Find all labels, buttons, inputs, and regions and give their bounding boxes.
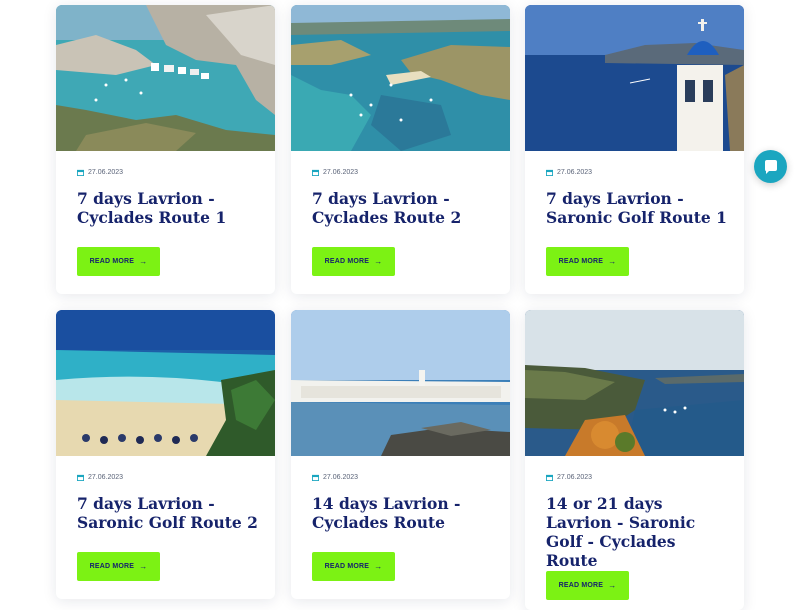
post-card: 27.06.2023 7 days Lavrion - Cyclades Rou… [56,5,275,294]
post-title[interactable]: 7 days Lavrion - Saronic Golf Route 2 [77,494,262,532]
post-date-text: 27.06.2023 [88,169,124,176]
arrow-right-icon: → [608,581,617,590]
arrow-right-icon: → [374,562,383,571]
read-more-label: READ MORE [324,258,370,265]
chat-button[interactable] [754,150,787,183]
arrow-right-icon: → [374,257,383,266]
read-more-button[interactable]: READ MORE → [546,571,629,600]
post-grid: 27.06.2023 7 days Lavrion - Cyclades Rou… [0,0,800,610]
arrow-right-icon: → [139,257,148,266]
calendar-icon [77,169,84,176]
read-more-button[interactable]: READ MORE → [77,552,160,581]
post-date: 27.06.2023 [546,474,592,481]
post-card: 27.06.2023 14 days Lavrion - Cyclades Ro… [291,310,510,599]
post-date-text: 27.06.2023 [88,474,124,481]
post-title[interactable]: 7 days Lavrion - Saronic Golf Route 1 [546,189,731,227]
read-more-label: READ MORE [89,563,135,570]
read-more-label: READ MORE [558,582,604,589]
chat-bubble-icon [764,159,777,174]
read-more-label: READ MORE [324,563,370,570]
read-more-label: READ MORE [558,258,604,265]
post-card: 27.06.2023 14 or 21 days Lavrion - Saron… [525,310,744,610]
post-date-text: 27.06.2023 [323,474,359,481]
calendar-icon [312,474,319,481]
post-date: 27.06.2023 [312,169,358,176]
read-more-button[interactable]: READ MORE → [312,552,395,581]
post-image[interactable] [56,310,275,456]
post-date-text: 27.06.2023 [323,169,359,176]
read-more-button[interactable]: READ MORE → [546,247,629,276]
calendar-icon [546,474,553,481]
post-image[interactable] [525,5,744,151]
post-image[interactable] [525,310,744,456]
post-date: 27.06.2023 [77,169,123,176]
calendar-icon [312,169,319,176]
post-card: 27.06.2023 7 days Lavrion - Saronic Golf… [56,310,275,599]
post-title[interactable]: 7 days Lavrion - Cyclades Route 2 [312,189,497,227]
post-title[interactable]: 14 or 21 days Lavrion - Saronic Golf - C… [546,494,731,570]
post-date: 27.06.2023 [77,474,123,481]
post-title[interactable]: 7 days Lavrion - Cyclades Route 1 [77,189,262,227]
read-more-button[interactable]: READ MORE → [312,247,395,276]
post-date: 27.06.2023 [546,169,592,176]
post-date-text: 27.06.2023 [557,474,593,481]
read-more-button[interactable]: READ MORE → [77,247,160,276]
arrow-right-icon: → [139,562,148,571]
post-image[interactable] [291,5,510,151]
calendar-icon [77,474,84,481]
calendar-icon [546,169,553,176]
post-image[interactable] [56,5,275,151]
post-title[interactable]: 14 days Lavrion - Cyclades Route [312,494,497,532]
post-card: 27.06.2023 7 days Lavrion - Saronic Golf… [525,5,744,294]
post-date: 27.06.2023 [312,474,358,481]
post-card: 27.06.2023 7 days Lavrion - Cyclades Rou… [291,5,510,294]
arrow-right-icon: → [608,257,617,266]
post-date-text: 27.06.2023 [557,169,593,176]
post-image[interactable] [291,310,510,456]
read-more-label: READ MORE [89,258,135,265]
